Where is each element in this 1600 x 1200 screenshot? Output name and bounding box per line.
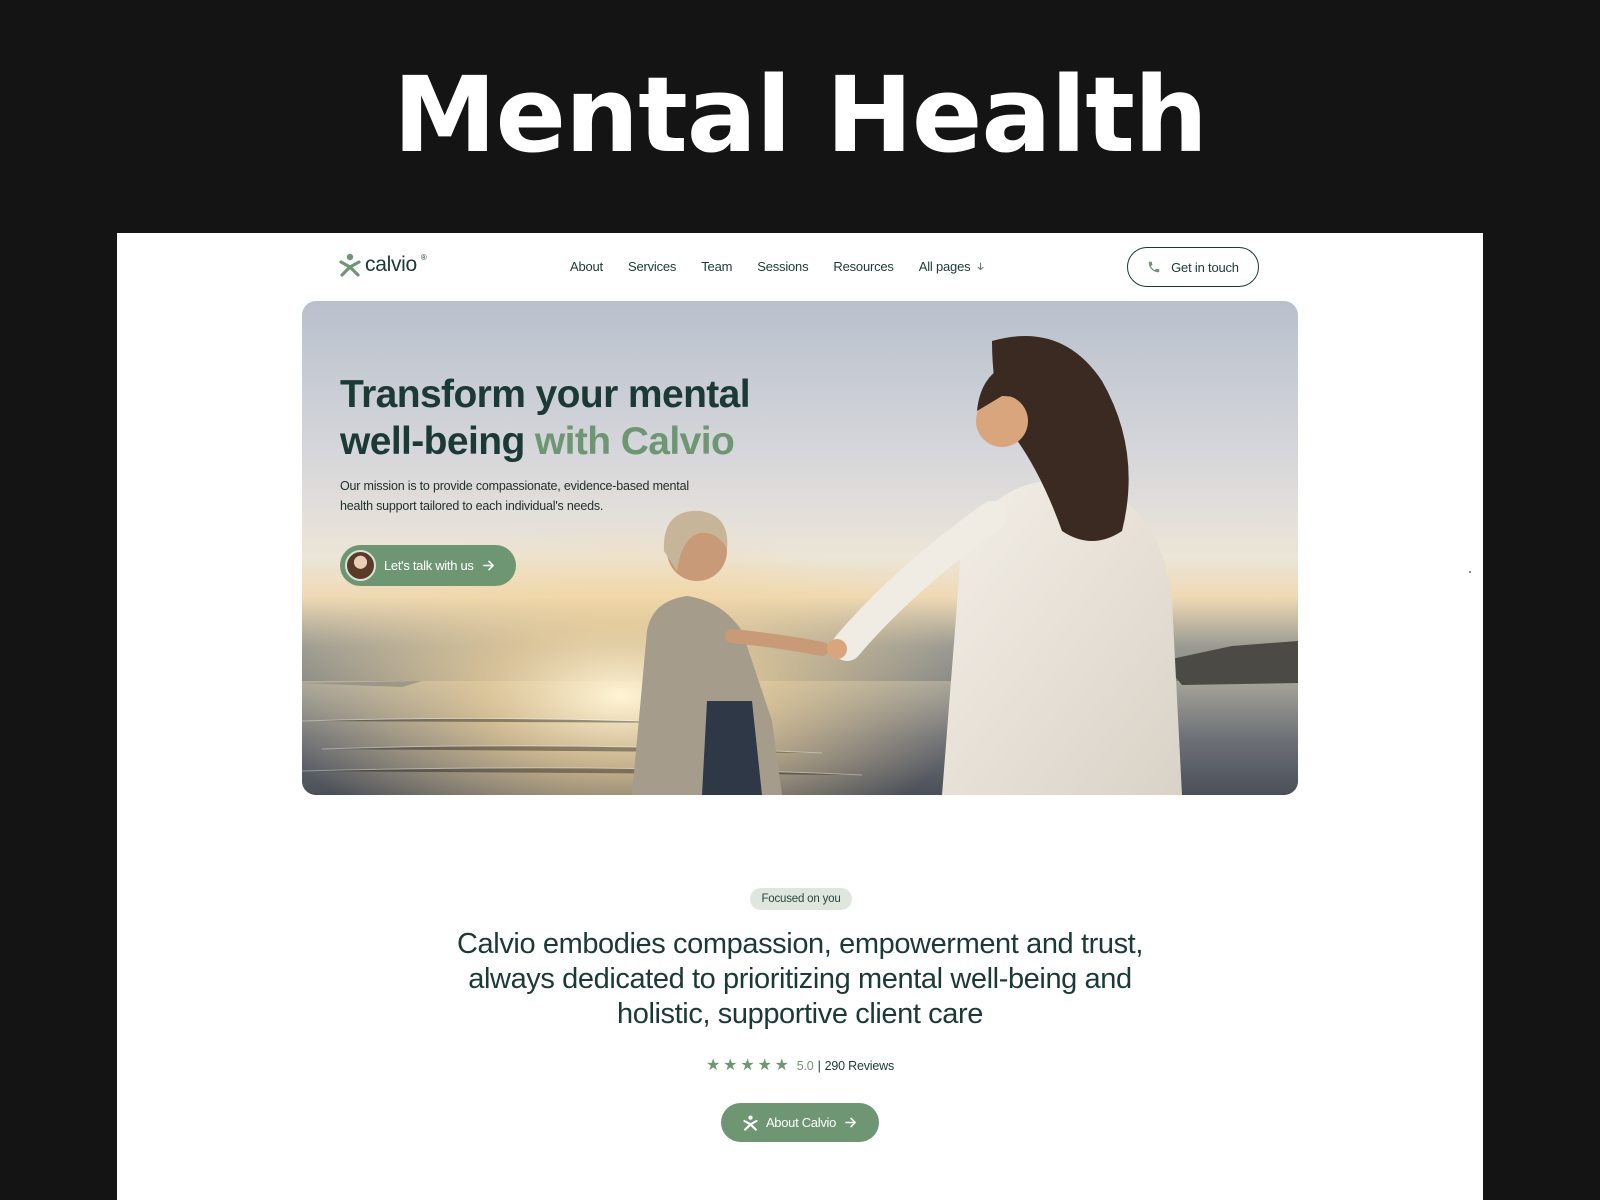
- intro-heading: Calvio embodies compassion, empowerment …: [457, 928, 1143, 1030]
- nav-links: About Services Team Sessions Resources A…: [570, 259, 985, 274]
- hero-subtitle: Our mission is to provide compassionate,…: [340, 479, 689, 513]
- nav-link-services[interactable]: Services: [628, 259, 676, 274]
- star-icon: ★: [706, 1057, 721, 1074]
- nav-link-all-pages-label: All pages: [918, 259, 971, 274]
- about-calvio-button[interactable]: About Calvio: [721, 1103, 879, 1142]
- hero-title-accent: with Calvio: [534, 420, 735, 463]
- logo[interactable]: calvio ®: [339, 253, 427, 277]
- review-count: 290 Reviews: [824, 1059, 895, 1073]
- nav-link-all-pages[interactable]: All pages: [919, 259, 986, 274]
- nav-link-sessions[interactable]: Sessions: [757, 259, 808, 274]
- nav-link-resources[interactable]: Resources: [833, 259, 894, 274]
- rating-score: 5.0: [796, 1059, 814, 1073]
- get-in-touch-button[interactable]: Get in touch: [1127, 247, 1259, 287]
- lets-talk-button[interactable]: Let's talk with us: [340, 545, 516, 586]
- calvio-logo-icon: [339, 253, 361, 277]
- rating-row: ★ ★ ★ ★ ★ 5.0 | 290 Reviews: [117, 1058, 1483, 1074]
- top-navigation: calvio ® About Services Team Sessions Re…: [117, 233, 1483, 301]
- nav-link-team[interactable]: Team: [701, 259, 732, 274]
- about-calvio-label: About Calvio: [765, 1115, 837, 1130]
- get-in-touch-label: Get in touch: [1171, 259, 1239, 275]
- nav-link-about[interactable]: About: [570, 259, 603, 274]
- phone-icon: [1148, 261, 1160, 273]
- rating-separator: |: [817, 1059, 821, 1073]
- focused-badge: Focused on you: [750, 888, 852, 910]
- chevron-down-icon: [977, 262, 985, 271]
- showcase-title: Mental Health: [393, 54, 1208, 176]
- arrow-right-icon: [482, 560, 494, 571]
- logo-text: calvio: [365, 253, 417, 276]
- star-icon: ★: [740, 1057, 755, 1074]
- registered-mark: ®: [420, 252, 427, 262]
- star-icon: ★: [757, 1057, 772, 1074]
- lets-talk-label: Let's talk with us: [384, 558, 474, 573]
- star-rating: ★ ★ ★ ★ ★: [706, 1058, 789, 1074]
- decorative-dot: [1469, 571, 1471, 573]
- star-icon: ★: [723, 1057, 738, 1074]
- hero-title: Transform your mental well-being with Ca…: [340, 371, 800, 465]
- star-icon: ★: [774, 1057, 789, 1074]
- avatar: [345, 550, 376, 581]
- arrow-right-icon: [845, 1117, 856, 1128]
- calvio-logo-icon: [743, 1115, 758, 1131]
- hero-section: Transform your mental well-being with Ca…: [302, 301, 1298, 795]
- website-frame: calvio ® About Services Team Sessions Re…: [117, 233, 1483, 1200]
